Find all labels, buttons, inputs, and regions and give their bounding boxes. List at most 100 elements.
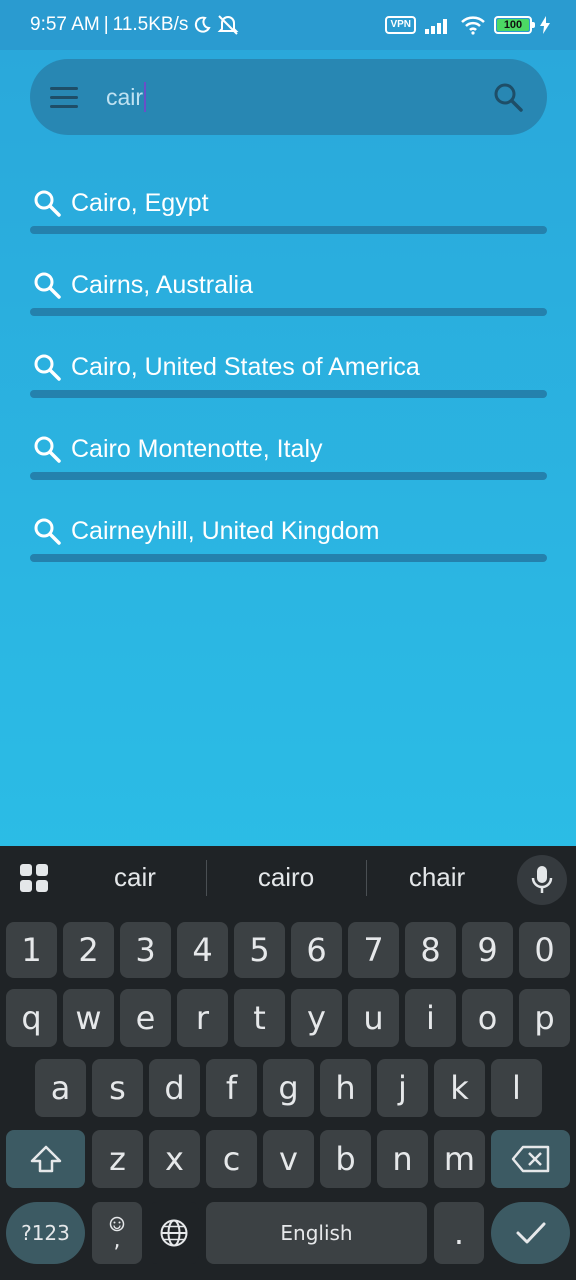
- result-underline: [30, 472, 547, 480]
- key-u[interactable]: u: [348, 989, 399, 1047]
- key-d[interactable]: d: [149, 1059, 200, 1117]
- search-input[interactable]: cair: [106, 82, 147, 112]
- status-left: 9:57 AM | 11.5KB/s: [30, 14, 240, 36]
- key-p[interactable]: p: [519, 989, 570, 1047]
- status-time: 9:57 AM: [30, 14, 100, 35]
- shift-key[interactable]: [6, 1130, 85, 1188]
- search-result-label: Cairns, Australia: [71, 270, 254, 299]
- key-v[interactable]: v: [263, 1130, 314, 1188]
- key-8[interactable]: 8: [405, 922, 456, 978]
- search-result-item[interactable]: Cairneyhill, United Kingdom: [30, 504, 547, 586]
- search-result-item[interactable]: Cairns, Australia: [30, 258, 547, 340]
- key-b[interactable]: b: [320, 1130, 371, 1188]
- key-m[interactable]: m: [434, 1130, 485, 1188]
- search-result-item[interactable]: Cairo, Egypt: [30, 176, 547, 258]
- key-e[interactable]: e: [120, 989, 171, 1047]
- key-7[interactable]: 7: [348, 922, 399, 978]
- battery-icon: 100: [494, 16, 535, 34]
- key-x[interactable]: x: [149, 1130, 200, 1188]
- key-a[interactable]: a: [35, 1059, 86, 1117]
- key-w[interactable]: w: [63, 989, 114, 1047]
- vpn-badge: VPN: [385, 16, 416, 34]
- search-results-list: Cairo, Egypt Cairns, Australia Cairo, Un…: [30, 176, 547, 586]
- search-icon[interactable]: [491, 80, 525, 114]
- backspace-icon: [511, 1145, 549, 1173]
- result-underline: [30, 226, 547, 234]
- search-result-label: Cairo, United States of America: [71, 352, 420, 381]
- signal-icon: [425, 19, 447, 34]
- key-4[interactable]: 4: [177, 922, 228, 978]
- search-input-value: cair: [106, 83, 144, 110]
- key-9[interactable]: 9: [462, 922, 513, 978]
- search-icon: [34, 190, 61, 217]
- key-r[interactable]: r: [177, 989, 228, 1047]
- key-2[interactable]: 2: [63, 922, 114, 978]
- search-result-item[interactable]: Cairo Montenotte, Italy: [30, 422, 547, 504]
- suggestion-item[interactable]: cairo: [236, 862, 336, 893]
- result-underline: [30, 308, 547, 316]
- suggestion-divider: [366, 860, 367, 896]
- wifi-icon: [461, 16, 485, 35]
- search-icon: [34, 518, 61, 545]
- key-f[interactable]: f: [206, 1059, 257, 1117]
- battery-percent: 100: [503, 19, 523, 31]
- search-icon: [34, 436, 61, 463]
- key-n[interactable]: n: [377, 1130, 428, 1188]
- search-bar: cair: [30, 59, 547, 135]
- result-underline: [30, 390, 547, 398]
- globe-icon: [160, 1219, 188, 1247]
- key-j[interactable]: j: [377, 1059, 428, 1117]
- key-i[interactable]: i: [405, 989, 456, 1047]
- search-result-label: Cairo, Egypt: [71, 188, 209, 217]
- key-5[interactable]: 5: [234, 922, 285, 978]
- search-icon: [34, 354, 61, 381]
- key-t[interactable]: t: [234, 989, 285, 1047]
- shift-icon: [30, 1145, 61, 1173]
- search-icon: [34, 272, 61, 299]
- key-6[interactable]: 6: [291, 922, 342, 978]
- text-caret: [144, 82, 147, 112]
- hamburger-icon[interactable]: [50, 82, 80, 112]
- suggestion-item[interactable]: cair: [85, 862, 185, 893]
- key-k[interactable]: k: [434, 1059, 485, 1117]
- result-underline: [30, 554, 547, 562]
- search-result-item[interactable]: Cairo, United States of America: [30, 340, 547, 422]
- enter-key[interactable]: [491, 1202, 570, 1264]
- symbols-key[interactable]: ?123: [6, 1202, 85, 1264]
- period-key[interactable]: .: [434, 1202, 484, 1264]
- emoji-comma-key[interactable]: ,: [92, 1202, 142, 1264]
- suggestion-item[interactable]: chair: [387, 862, 487, 893]
- moon-icon: [195, 16, 211, 33]
- key-g[interactable]: g: [263, 1059, 314, 1117]
- key-y[interactable]: y: [291, 989, 342, 1047]
- status-separator: |: [103, 14, 109, 35]
- comma-label: ,: [113, 1228, 121, 1253]
- key-1[interactable]: 1: [6, 922, 57, 978]
- suggestion-strip: cair cairo chair: [0, 846, 576, 910]
- key-l[interactable]: l: [491, 1059, 542, 1117]
- key-s[interactable]: s: [92, 1059, 143, 1117]
- mute-bell-icon: [217, 15, 239, 35]
- key-z[interactable]: z: [92, 1130, 143, 1188]
- key-0[interactable]: 0: [519, 922, 570, 978]
- charging-icon: [540, 16, 550, 34]
- microphone-icon: [531, 866, 553, 893]
- search-result-label: Cairneyhill, United Kingdom: [71, 516, 380, 545]
- checkmark-icon: [516, 1222, 545, 1244]
- soft-keyboard: cair cairo chair 1 2 3 4 5 6 7 8 9 0 q w…: [0, 846, 576, 1280]
- key-h[interactable]: h: [320, 1059, 371, 1117]
- status-right: VPN 100: [385, 15, 550, 35]
- key-c[interactable]: c: [206, 1130, 257, 1188]
- mic-button[interactable]: [517, 855, 567, 905]
- key-3[interactable]: 3: [120, 922, 171, 978]
- key-o[interactable]: o: [462, 989, 513, 1047]
- apps-grid-icon[interactable]: [20, 864, 48, 892]
- status-bar: 9:57 AM | 11.5KB/s VPN 100: [0, 0, 576, 50]
- search-result-label: Cairo Montenotte, Italy: [71, 434, 323, 463]
- suggestion-divider: [206, 860, 207, 896]
- status-net-speed: 11.5KB/s: [112, 14, 189, 35]
- backspace-key[interactable]: [491, 1130, 570, 1188]
- key-q[interactable]: q: [6, 989, 57, 1047]
- language-key[interactable]: [149, 1202, 199, 1264]
- space-key[interactable]: English: [206, 1202, 427, 1264]
